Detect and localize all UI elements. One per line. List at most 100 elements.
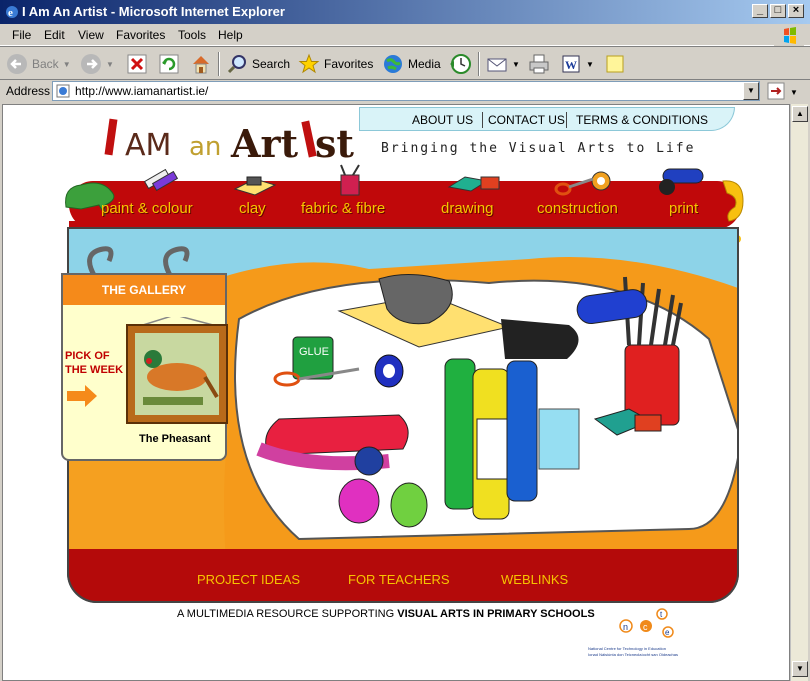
ncte-logo[interactable]: n c t e National Centre for Technology i…: [586, 606, 696, 664]
category-drawing[interactable]: drawing: [441, 200, 494, 217]
category-clay[interactable]: clay: [239, 200, 266, 217]
title-bar: e I Am An Artist - Microsoft Internet Ex…: [0, 0, 810, 24]
page-viewport: ABOUT US CONTACT US TERMS & CONDITIONS A…: [2, 104, 790, 681]
scroll-up-button[interactable]: ▲: [792, 106, 808, 122]
discuss-button[interactable]: [604, 52, 626, 76]
window-title: I Am An Artist - Microsoft Internet Expl…: [22, 4, 285, 19]
history-clock-icon: [450, 54, 471, 74]
site-logo: AM an Art st: [104, 118, 354, 163]
search-label: Search: [252, 57, 291, 71]
stop-icon: [127, 54, 147, 74]
address-dropdown-button[interactable]: ▼: [743, 82, 759, 100]
history-button[interactable]: [448, 52, 472, 76]
back-arrow-icon: [7, 54, 27, 74]
ncte-line1: National Centre for Technology in Educat…: [588, 646, 666, 651]
address-url: http://www.iamanartist.ie/: [75, 84, 209, 98]
menu-edit[interactable]: Edit: [44, 28, 65, 42]
glue-label: GLUE: [299, 346, 329, 358]
svg-text:▼: ▼: [790, 88, 798, 97]
menu-help[interactable]: Help: [218, 28, 243, 42]
arrow-right-icon: [67, 385, 97, 407]
maximize-button[interactable]: □: [770, 4, 786, 18]
printer-icon: [529, 54, 549, 74]
svg-text:c: c: [643, 622, 648, 632]
menu-file[interactable]: File: [12, 28, 31, 42]
chevron-down-icon: ▼: [586, 59, 594, 69]
site-tagline: Bringing the Visual Arts to Life: [381, 141, 696, 156]
star-icon: [298, 53, 320, 74]
category-construction[interactable]: construction: [537, 200, 618, 217]
refresh-button[interactable]: [158, 52, 180, 76]
toolbar-separator: [478, 52, 480, 76]
nav-about-us[interactable]: ABOUT US: [412, 113, 473, 127]
link-project-ideas[interactable]: PROJECT IDEAS: [197, 572, 300, 587]
category-fabric-fibre[interactable]: fabric & fibre: [301, 200, 385, 217]
close-button[interactable]: ×: [788, 4, 804, 18]
svg-text:n: n: [623, 622, 628, 632]
nav-terms[interactable]: TERMS & CONDITIONS: [576, 113, 708, 127]
clay-block-icon: [233, 176, 277, 196]
svg-text:e: e: [8, 7, 13, 19]
svg-text:AM: AM: [125, 128, 171, 163]
fabric-pot-icon: [340, 164, 360, 196]
edit-button[interactable]: W ▼: [560, 52, 594, 76]
nav-separator: [482, 112, 483, 128]
menu-view[interactable]: View: [78, 28, 104, 42]
scroll-down-button[interactable]: ▼: [792, 661, 808, 677]
go-button[interactable]: ▼: [766, 81, 804, 101]
footer-prefix: A MULTIMEDIA RESOURCE SUPPORTING: [177, 608, 398, 620]
address-bar: Address http://www.iamanartist.ie/ ▼ ▼: [0, 80, 810, 102]
favorites-button[interactable]: Favorites: [298, 52, 373, 76]
home-button[interactable]: [190, 52, 212, 76]
address-input[interactable]: http://www.iamanartist.ie/ ▼: [52, 81, 760, 101]
page-ie-icon: [56, 84, 70, 98]
link-for-teachers[interactable]: FOR TEACHERS: [348, 572, 450, 587]
media-globe-icon: [384, 55, 402, 73]
category-print[interactable]: print: [669, 200, 698, 217]
eraser-icon: [447, 176, 500, 192]
favorites-label: Favorites: [324, 57, 374, 71]
refresh-icon: [159, 54, 179, 74]
media-label: Media: [408, 57, 441, 71]
windows-logo-icon: [774, 26, 804, 46]
home-icon: [193, 56, 209, 74]
back-button[interactable]: Back ▼: [6, 52, 71, 76]
footer-text: A MULTIMEDIA RESOURCE SUPPORTING VISUAL …: [177, 608, 595, 620]
nav-separator: [566, 112, 567, 128]
paint-tubes-icon: [143, 168, 179, 192]
stop-button[interactable]: [126, 52, 148, 76]
search-button[interactable]: Search: [226, 52, 290, 76]
svg-text:an: an: [189, 132, 221, 162]
back-label: Back: [32, 57, 59, 71]
search-icon: [227, 55, 246, 74]
menu-tools[interactable]: Tools: [178, 28, 206, 42]
svg-text:Art: Art: [230, 121, 299, 163]
mail-button[interactable]: ▼: [486, 52, 520, 76]
svg-text:e: e: [665, 628, 670, 637]
address-label: Address: [6, 84, 51, 98]
pheasant-picture[interactable]: [123, 317, 231, 427]
chevron-down-icon: ▼: [106, 59, 114, 69]
svg-text:W: W: [565, 58, 577, 72]
svg-text:t: t: [660, 610, 663, 619]
note-icon: [606, 55, 624, 73]
go-arrow-icon: ▼: [767, 82, 798, 100]
media-button[interactable]: Media: [382, 52, 441, 76]
footer-bold: VISUAL ARTS IN PRIMARY SCHOOLS: [397, 608, 595, 620]
menu-bar: File Edit View Favorites Tools Help: [0, 24, 810, 46]
svg-text:st: st: [315, 121, 354, 163]
forward-button[interactable]: ▼: [80, 52, 114, 76]
category-paint-colour[interactable]: paint & colour: [101, 200, 193, 217]
link-weblinks[interactable]: WEBLINKS: [501, 572, 568, 587]
chevron-down-icon: ▼: [62, 59, 71, 69]
vertical-scrollbar[interactable]: ▲ ▼: [790, 104, 808, 681]
menu-favorites[interactable]: Favorites: [116, 28, 165, 42]
picture-caption: The Pheasant: [139, 433, 211, 445]
roller-icon: [659, 168, 704, 195]
chevron-down-icon: ▼: [512, 59, 520, 69]
toolbar: Back ▼ ▼ Search Favorites Media ▼ W ▼: [0, 46, 810, 80]
forward-arrow-icon: [81, 54, 101, 74]
nav-contact-us[interactable]: CONTACT US: [488, 113, 565, 127]
print-button[interactable]: [528, 52, 550, 76]
minimize-button[interactable]: _: [752, 4, 768, 18]
